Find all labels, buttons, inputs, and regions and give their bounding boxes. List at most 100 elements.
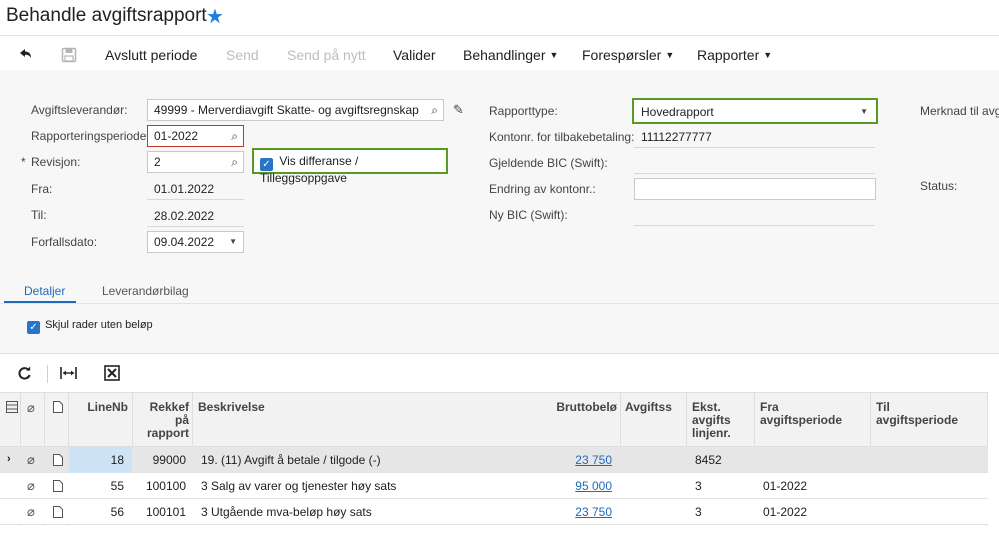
search-icon[interactable]: ⌕ [231, 155, 238, 170]
tab-vendor-documents[interactable]: Leverandørbilag [102, 284, 189, 298]
close-period-button[interactable]: Avslutt periode [105, 47, 197, 63]
processing-menu[interactable]: Behandlinger ▼ [463, 47, 558, 63]
new-bic-underline [634, 225, 875, 226]
save-icon[interactable] [61, 47, 77, 66]
col-from-period[interactable]: Fra avgiftsperiode [760, 401, 842, 427]
grid-toolbar [0, 354, 999, 392]
col-from-line2: avgiftsperiode [760, 413, 843, 427]
from-label: Fra: [31, 182, 53, 196]
due-date-value: 09.04.2022 [154, 235, 215, 249]
ext-line-cell[interactable]: 3 [695, 479, 702, 493]
chevron-down-icon[interactable]: ▼ [229, 237, 237, 246]
table-row[interactable]: › ⌀ 18 99000 19. (11) Avgift å betale / … [0, 447, 988, 473]
show-difference-checkbox-box[interactable]: ✓ Vis differanse / Tilleggsoppgave [252, 148, 448, 185]
col-gross-amount[interactable]: Bruttobelø [545, 401, 617, 414]
col-ext-line-nbr[interactable]: Ekst. avgifts linjenr. [692, 401, 731, 440]
col-description[interactable]: Beskrivelse [198, 401, 265, 414]
to-underline [147, 226, 244, 227]
reports-menu[interactable]: Rapporter ▼ [697, 47, 772, 63]
page-title: Behandle avgiftsrapport [6, 5, 207, 26]
search-icon[interactable]: ⌕ [431, 103, 438, 118]
line-nbr-cell[interactable]: 18 [70, 453, 124, 467]
note-icon [53, 401, 63, 416]
inquiries-menu[interactable]: Forespørsler ▼ [582, 47, 674, 63]
from-underline [147, 199, 244, 200]
resend-button[interactable]: Send på nytt [287, 47, 366, 63]
ext-line-cell[interactable]: 8452 [695, 453, 722, 467]
col-sort-order[interactable]: Rekkef på rapport [134, 401, 189, 440]
vendor-label: Avgiftsleverandør: [31, 103, 128, 117]
report-type-select[interactable]: Hovedrapport ▼ [632, 98, 878, 124]
hide-zero-rows-checkbox[interactable]: ✓ Skjul rader uten beløp [27, 319, 153, 334]
col-to-period[interactable]: Til avgiftsperiode [876, 401, 958, 427]
sort-order-cell[interactable]: 100100 [134, 479, 186, 493]
col-tax-rate[interactable]: Avgiftss [625, 401, 672, 414]
table-row[interactable]: ⌀ 55 100100 3 Salg av varer og tjenester… [0, 473, 988, 499]
change-account-label: Endring av kontonr.: [489, 182, 596, 196]
attachment-icon[interactable]: ⌀ [27, 452, 35, 468]
line-nbr-cell[interactable]: 56 [70, 505, 124, 519]
vendor-value: 49999 - Merverdiavgift Skatte- og avgift… [154, 103, 419, 117]
col-sep [870, 393, 871, 447]
period-input[interactable]: 01-2022 ⌕ [147, 125, 244, 147]
fit-columns-icon[interactable] [60, 366, 77, 383]
required-star: * [21, 155, 26, 169]
row-selector-icon[interactable] [6, 401, 18, 416]
revision-input[interactable]: 2 ⌕ [147, 151, 244, 173]
col-sort-order-line3: rapport [147, 426, 189, 440]
period-label: Rapporteringsperiode: [31, 129, 150, 143]
to-label: Til: [31, 208, 47, 222]
description-cell[interactable]: 3 Utgående mva-beløp høy sats [201, 505, 372, 519]
toolbar-separator [47, 365, 48, 383]
description-cell[interactable]: 19. (11) Avgift å betale / tilgode (-) [201, 453, 381, 467]
hide-zero-rows-label: Skjul rader uten beløp [45, 319, 153, 331]
note-icon[interactable] [53, 454, 63, 469]
checkbox-checked-icon[interactable]: ✓ [260, 158, 273, 171]
note-icon[interactable] [53, 506, 63, 521]
tab-details[interactable]: Detaljer [24, 284, 65, 298]
edit-pencil-icon[interactable]: ✎ [453, 102, 464, 118]
refund-account-value: 11112277777 [641, 130, 712, 144]
send-button[interactable]: Send [226, 47, 259, 63]
gross-amount-link[interactable]: 95 000 [545, 479, 612, 493]
show-difference-label: Vis differanse / Tilleggsoppgave [260, 154, 359, 185]
attachment-icon[interactable]: ⌀ [27, 504, 35, 520]
new-bic-label: Ny BIC (Swift): [489, 208, 568, 222]
note-icon[interactable] [53, 480, 63, 495]
vendor-input[interactable]: 49999 - Merverdiavgift Skatte- og avgift… [147, 99, 444, 121]
export-excel-icon[interactable] [104, 365, 120, 384]
gross-amount-link[interactable]: 23 750 [545, 453, 612, 467]
col-sep [754, 393, 755, 447]
refund-account-label: Kontonr. for tilbakebetaling: [489, 130, 635, 144]
col-line-nbr[interactable]: LineNb [70, 401, 128, 414]
gross-amount-link[interactable]: 23 750 [545, 505, 612, 519]
revision-label: Revisjon: [31, 155, 81, 169]
due-date-input[interactable]: 09.04.2022 ▼ [147, 231, 244, 253]
attachment-icon: ⌀ [27, 400, 35, 415]
ext-line-cell[interactable]: 3 [695, 505, 702, 519]
attachment-icon[interactable]: ⌀ [27, 478, 35, 494]
checkbox-checked-icon[interactable]: ✓ [27, 321, 40, 334]
refund-account-underline [634, 147, 875, 148]
col-sep [132, 393, 133, 447]
report-type-label: Rapporttype: [489, 104, 558, 118]
chevron-down-icon[interactable]: ▼ [860, 107, 868, 116]
change-account-input[interactable] [634, 178, 876, 200]
caret-down-icon: ▼ [665, 50, 675, 60]
undo-icon[interactable] [16, 46, 34, 67]
report-type-value: Hovedrapport [641, 105, 714, 119]
sort-order-cell[interactable]: 99000 [134, 453, 186, 467]
from-period-cell[interactable]: 01-2022 [763, 505, 807, 519]
description-cell[interactable]: 3 Salg av varer og tjenester høy sats [201, 479, 396, 493]
table-row[interactable]: ⌀ 56 100101 3 Utgående mva-beløp høy sat… [0, 499, 988, 525]
favorite-star-icon[interactable]: ★ [206, 4, 224, 29]
line-nbr-cell[interactable]: 55 [70, 479, 124, 493]
from-period-cell[interactable]: 01-2022 [763, 479, 807, 493]
col-sep [192, 393, 193, 447]
sort-order-cell[interactable]: 100101 [134, 505, 186, 519]
refresh-icon[interactable] [17, 366, 32, 384]
row-pointer-icon: › [7, 453, 11, 465]
validate-button[interactable]: Valider [393, 47, 436, 63]
col-ext-line3: linjenr. [692, 426, 731, 440]
search-icon[interactable]: ⌕ [231, 129, 238, 144]
